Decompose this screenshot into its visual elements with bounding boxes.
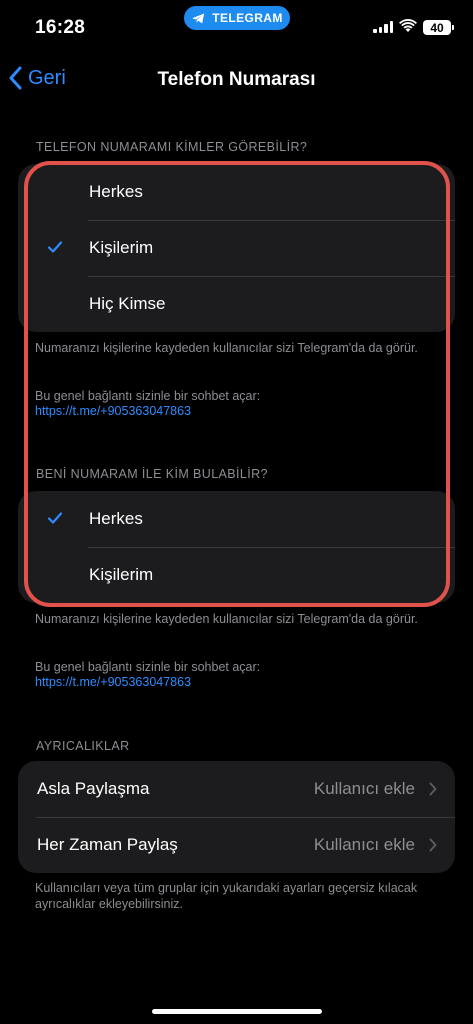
battery-icon: 40 <box>423 20 454 35</box>
status-time: 16:28 <box>35 17 86 38</box>
exceptions-group: Asla Paylaşma Kullanıcı ekle Her Zaman P… <box>18 761 455 873</box>
link-footnote: Bu genel bağlantı sizinle bir sohbet aça… <box>35 660 261 674</box>
exceptions-footnote: Kullanıcıları veya tüm gruplar için yuka… <box>35 881 418 911</box>
row-label: Her Zaman Paylaş <box>37 835 178 854</box>
chevron-right-icon <box>429 838 437 852</box>
row-value: Kullanıcı ekle <box>313 835 415 854</box>
section-header-exceptions: AYRICALIKLAR <box>36 739 130 753</box>
chevron-right-icon <box>429 782 437 796</box>
row-value: Kullanıcı ekle <box>313 779 415 798</box>
wifi-icon <box>399 19 417 32</box>
section-header-visibility: TELEFON NUMARAMI KİMLER GÖREBİLİR? <box>36 140 308 154</box>
pill-label: TELEGRAM <box>212 11 283 25</box>
row-label: Asla Paylaşma <box>37 779 150 798</box>
signal-icon <box>373 21 393 33</box>
never-share-row[interactable]: Asla Paylaşma Kullanıcı ekle <box>18 761 455 817</box>
page-title: Telefon Numarası <box>157 69 316 90</box>
status-bar: 16:28 TELEGRAM 40 <box>0 0 473 56</box>
findable-footnote: Numaranızı kişilerine kaydeden kullanıcı… <box>35 612 418 626</box>
telegram-icon <box>192 13 205 23</box>
profile-link[interactable]: https://t.me/+905363047863 <box>35 675 191 689</box>
highlight-outline <box>24 161 450 607</box>
nav-bar: Geri Telefon Numarası <box>0 60 473 100</box>
home-indicator[interactable] <box>152 1009 322 1014</box>
telegram-pill[interactable]: TELEGRAM <box>184 6 290 30</box>
always-share-row[interactable]: Her Zaman Paylaş Kullanıcı ekle <box>18 817 455 873</box>
